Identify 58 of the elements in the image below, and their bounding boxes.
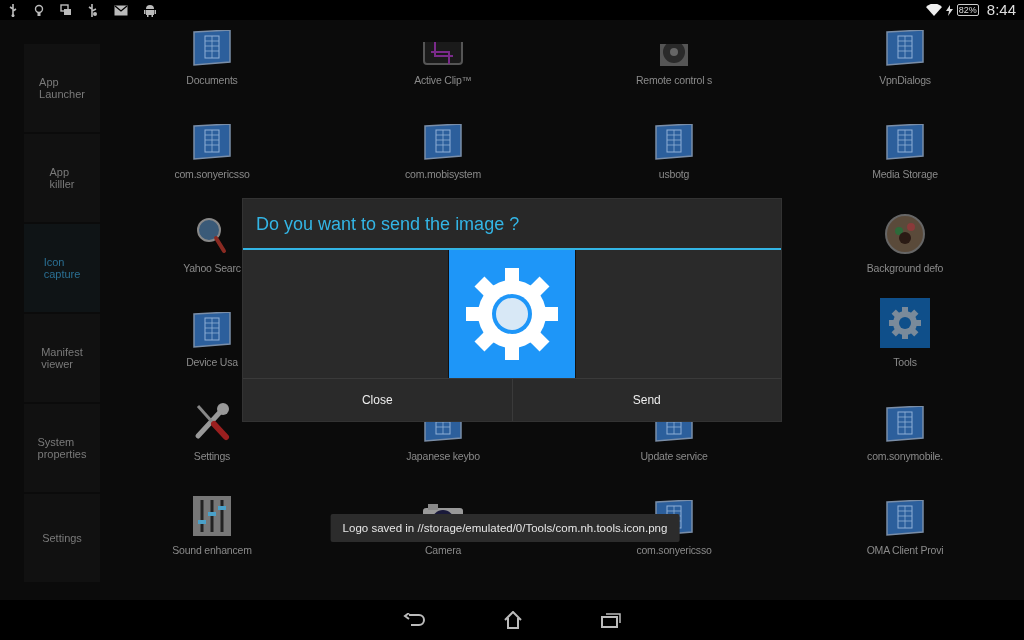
recent-apps-icon[interactable] — [601, 612, 621, 628]
gear-icon — [880, 298, 930, 348]
android-icon — [144, 3, 156, 17]
lightbulb-icon — [34, 3, 44, 17]
blueprint-icon — [886, 30, 924, 66]
sidebar-item[interactable]: Settings — [24, 494, 100, 582]
usb-icon — [88, 3, 98, 17]
usb-icon — [8, 3, 18, 17]
blueprint-icon — [193, 30, 231, 66]
blueprint-icon — [424, 124, 462, 160]
gear-icon — [464, 266, 560, 362]
blueprint-icon — [886, 500, 924, 536]
blueprint-icon — [424, 421, 462, 442]
app-label[interactable]: Settings — [193, 448, 231, 464]
mail-icon — [114, 4, 128, 16]
app-label[interactable]: Tools — [893, 354, 917, 370]
dpad-icon — [660, 44, 688, 66]
wifi-icon — [925, 4, 942, 16]
blueprint-icon — [193, 124, 231, 160]
app-label[interactable]: com.sonyericsso — [636, 542, 712, 558]
app-label[interactable]: Camera — [424, 542, 462, 558]
app-label[interactable]: usbotg — [658, 166, 690, 182]
blueprint-icon — [886, 124, 924, 160]
app-label[interactable]: Device Usa — [186, 354, 238, 370]
home-icon[interactable] — [503, 611, 523, 629]
app-label[interactable]: com.sonyericsso — [174, 166, 250, 182]
back-icon[interactable] — [403, 613, 425, 627]
app-label[interactable]: Active Clip™ — [414, 72, 472, 88]
clock: 8:44 — [986, 0, 1016, 20]
crop-icon — [423, 42, 463, 66]
app-label[interactable]: Background defo — [866, 260, 944, 276]
app-label[interactable]: com.sonymobile. — [867, 448, 943, 464]
search-icon — [197, 218, 227, 254]
sidebar-item[interactable]: Manifest viewer — [24, 314, 100, 402]
app-label[interactable]: Update service — [640, 448, 708, 464]
app-label[interactable]: OMA Client Provi — [866, 542, 944, 558]
windows-icon — [60, 4, 72, 16]
sidebar-item[interactable]: App Launcher — [24, 44, 100, 132]
round-photo-icon — [885, 214, 925, 254]
app-label[interactable]: Remote control s — [635, 72, 713, 88]
saved-toast: Logo saved in //storage/emulated/0/Tools/com.nh.tools.icon.png — [330, 514, 680, 542]
app-label[interactable]: com.mobisystem — [405, 166, 481, 182]
blueprint-icon — [655, 421, 693, 442]
sidebar-item[interactable]: App killler — [24, 134, 100, 222]
equalizer-icon — [193, 496, 231, 536]
blueprint-icon — [655, 124, 693, 160]
blueprint-icon — [886, 406, 924, 442]
bolt-icon — [945, 4, 953, 16]
app-label[interactable]: Japanese keybo — [406, 448, 480, 464]
sidebar-item[interactable]: Icon capture — [24, 224, 100, 312]
app-label[interactable]: Documents — [186, 72, 238, 88]
battery-indicator: 82% — [956, 4, 979, 16]
sidebar-item[interactable]: System properties — [24, 404, 100, 492]
app-label[interactable]: VpnDialogs — [879, 72, 931, 88]
app-label[interactable]: Sound enhancem — [172, 542, 252, 558]
blueprint-icon — [193, 312, 231, 348]
app-label[interactable]: Yahoo Searc — [183, 260, 241, 276]
app-label[interactable]: Media Storage — [872, 166, 938, 182]
